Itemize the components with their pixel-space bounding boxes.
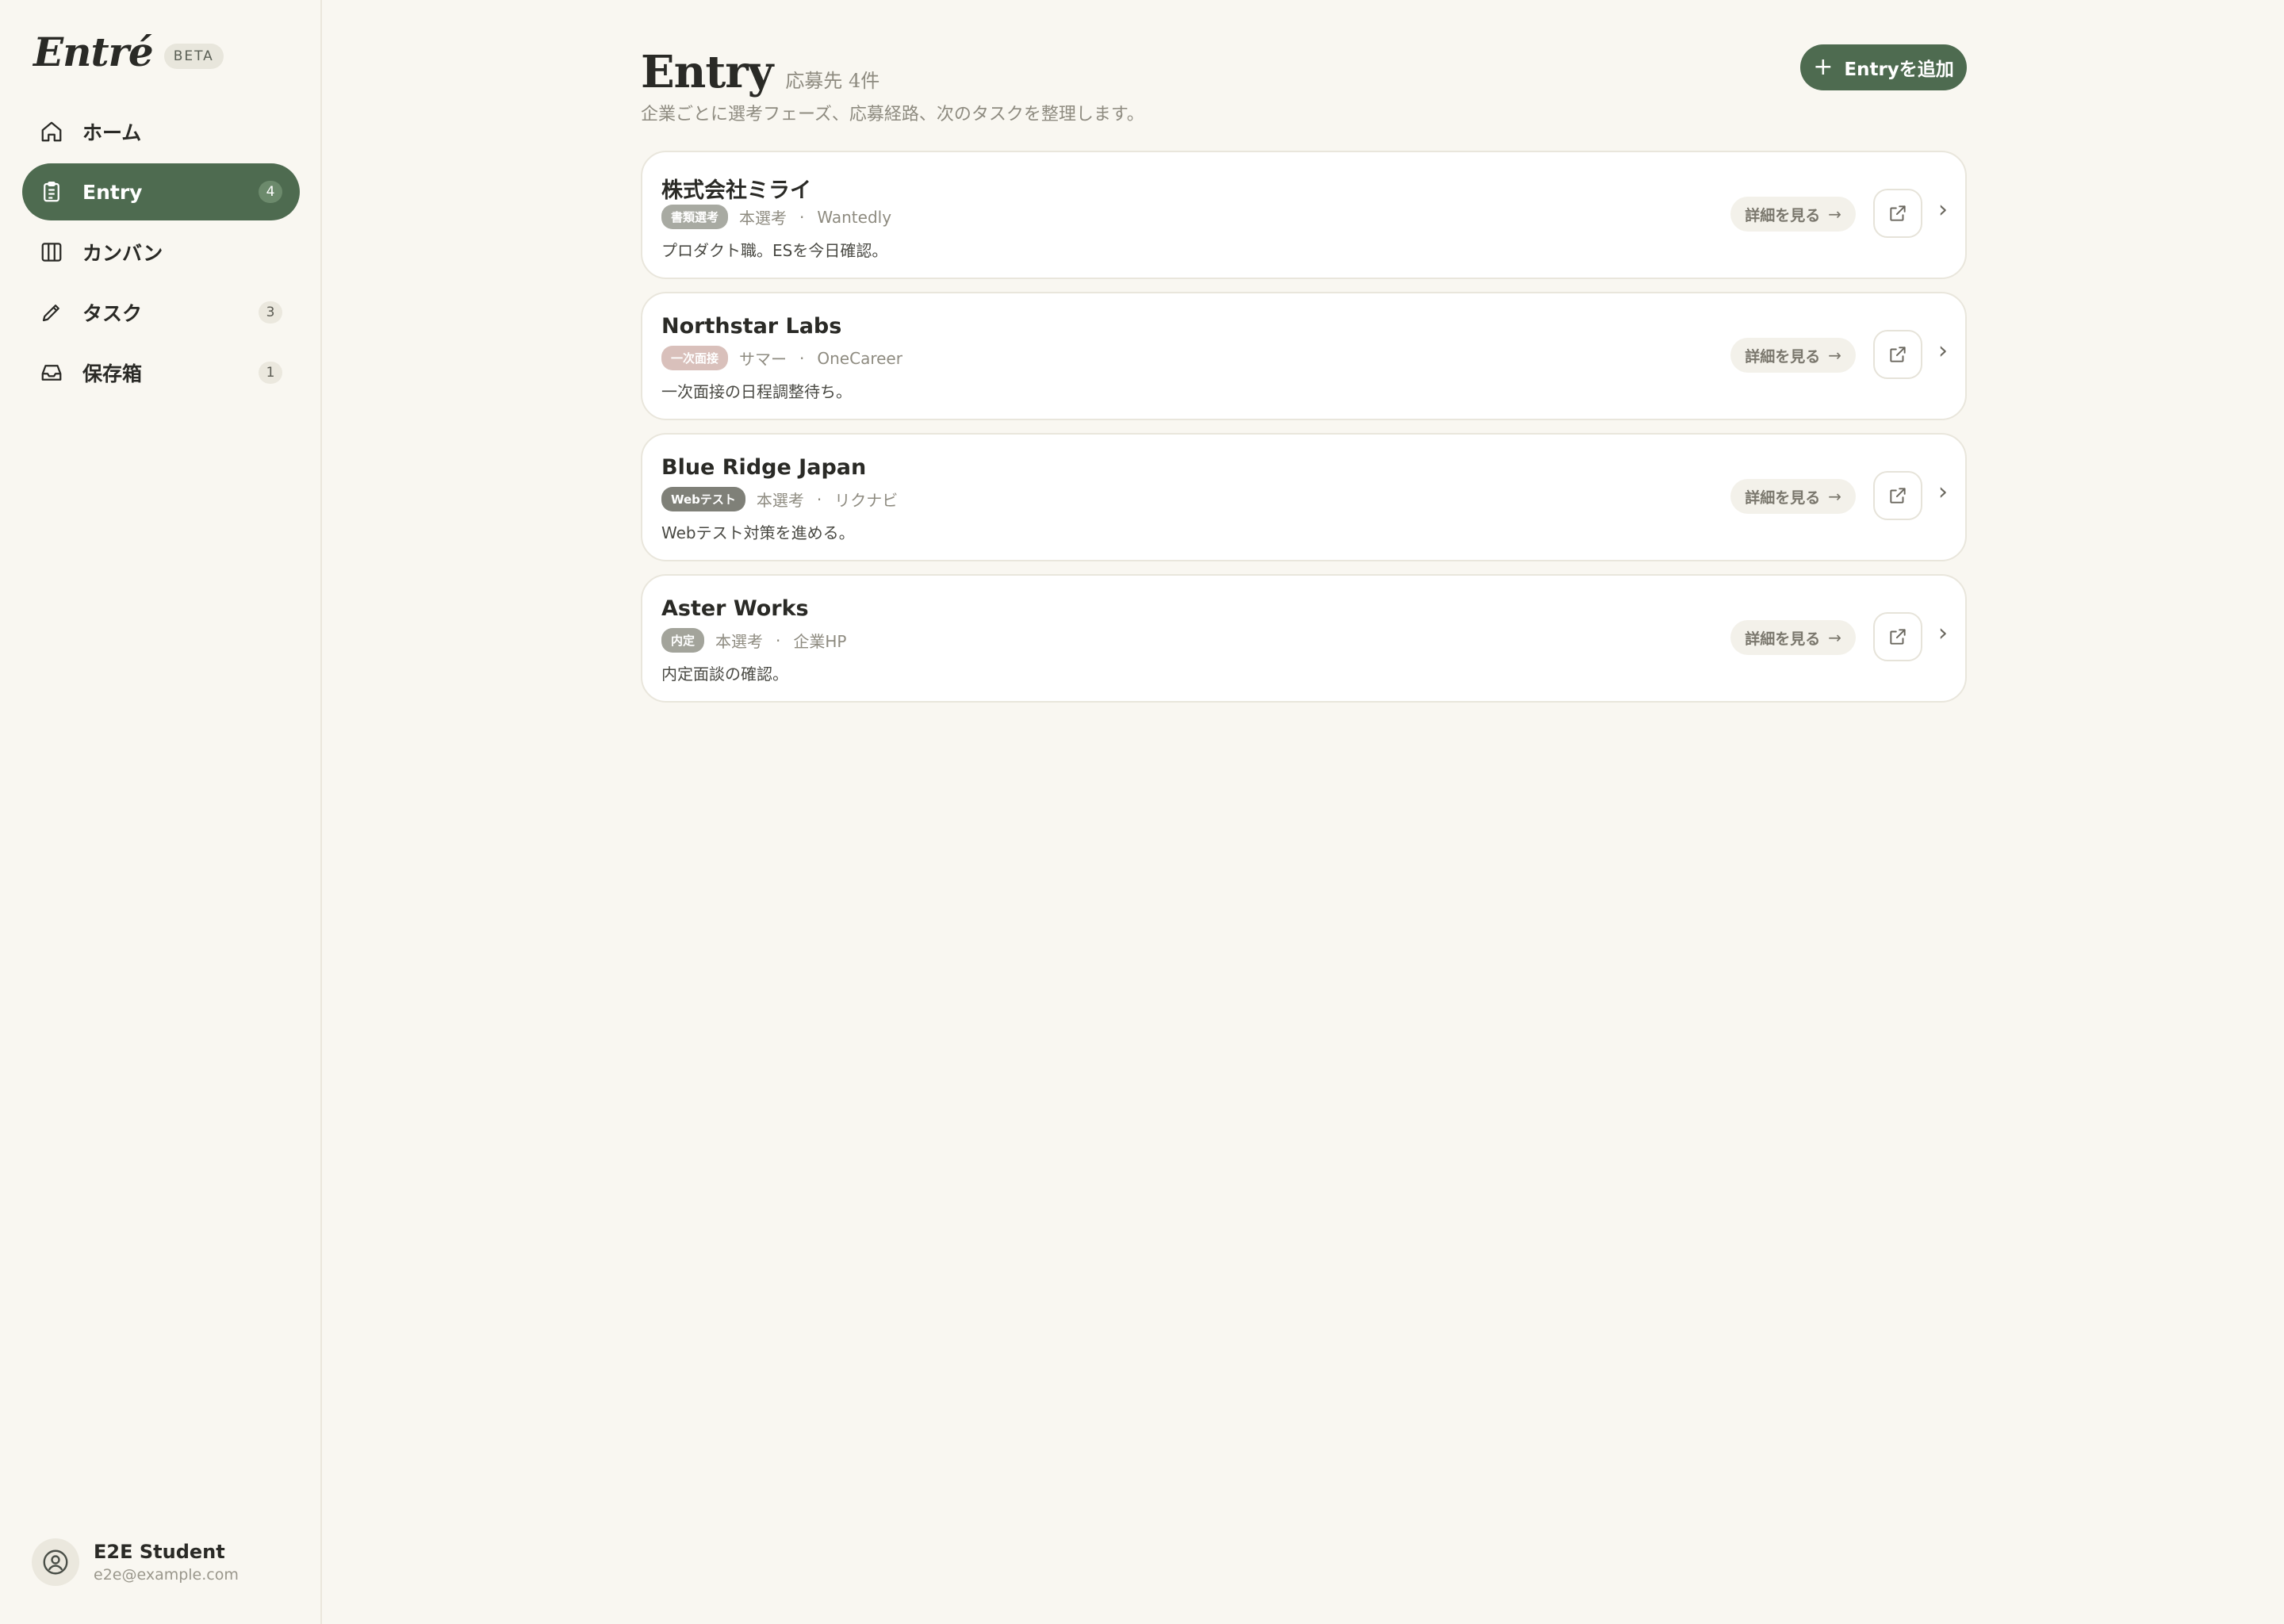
arrow-right-icon: →	[1828, 628, 1841, 647]
sidebar-item-tasks[interactable]: タスク 3	[22, 284, 300, 341]
phase-tag: 内定	[661, 628, 705, 653]
sidebar-item-archive[interactable]: 保存箱 1	[22, 344, 300, 401]
chevron-right-icon[interactable]: ›	[1938, 339, 1948, 363]
kanban-icon	[40, 240, 63, 264]
entry-source: リクナビ	[834, 491, 899, 510]
entry-meta: 内定 本選考 · 企業HP	[661, 628, 846, 653]
view-details-button[interactable]: 詳細を見る →	[1730, 620, 1856, 655]
entry-type: サマー	[739, 350, 788, 369]
phase-tag: 書類選考	[661, 205, 729, 229]
sidebar-item-label: Entry	[82, 180, 143, 204]
brand[interactable]: Entré BETA	[33, 29, 224, 75]
count-badge: 1	[259, 362, 282, 384]
entry-card[interactable]: Aster Works 内定 本選考 · 企業HP 内定面談の確認。 詳細を見る…	[641, 574, 1967, 703]
sidebar-item-home[interactable]: ホーム	[22, 103, 300, 160]
phase-tag: 一次面接	[661, 346, 729, 370]
beta-badge: BETA	[163, 43, 224, 69]
view-details-button[interactable]: 詳細を見る →	[1730, 338, 1856, 373]
external-link-icon	[1890, 629, 1906, 645]
sidebar-item-entry[interactable]: Entry 4	[22, 163, 300, 220]
separator: ·	[799, 348, 805, 368]
entry-card[interactable]: Northstar Labs 一次面接 サマー · OneCareer 一次面接…	[641, 292, 1967, 420]
add-entry-button[interactable]: + Entryを追加	[1800, 44, 1967, 90]
entry-source: Wantedly	[817, 207, 892, 227]
pencil-icon	[40, 301, 63, 324]
page-title: Entry	[641, 46, 773, 98]
sidebar-item-label: カンバン	[82, 242, 163, 265]
company-name: 株式会社ミライ	[661, 178, 811, 203]
entry-meta: 書類選考 本選考 · Wantedly	[661, 205, 891, 229]
entry-card[interactable]: Blue Ridge Japan Webテスト 本選考 · リクナビ Webテス…	[641, 433, 1967, 561]
view-details-label: 詳細を見る	[1745, 347, 1821, 366]
view-details-button[interactable]: 詳細を見る →	[1730, 479, 1856, 514]
entry-type: 本選考	[739, 209, 788, 228]
view-details-label: 詳細を見る	[1745, 630, 1821, 648]
user-name: E2E Student	[94, 1541, 225, 1563]
open-external-button[interactable]	[1873, 471, 1922, 520]
chevron-right-icon[interactable]: ›	[1938, 198, 1948, 222]
open-external-button[interactable]	[1873, 189, 1922, 238]
page-header: Entry 応募先 4件	[641, 46, 879, 98]
user-circle-icon	[43, 1549, 68, 1575]
company-name: Blue Ridge Japan	[661, 455, 867, 480]
count-badge: 4	[259, 181, 282, 203]
count-badge: 3	[259, 301, 282, 324]
entry-count: 応募先 4件	[785, 70, 880, 92]
entry-note: 一次面接の日程調整待ち。	[661, 382, 852, 401]
entry-type: 本選考	[756, 491, 804, 510]
sidebar-item-label: ホーム	[82, 121, 142, 144]
entry-note: 内定面談の確認。	[661, 665, 788, 684]
entry-list: 株式会社ミライ 書類選考 本選考 · Wantedly プロダクト職。ESを今日…	[641, 151, 1967, 715]
user-email: e2e@example.com	[94, 1566, 239, 1584]
chevron-right-icon[interactable]: ›	[1938, 622, 1948, 645]
view-details-button[interactable]: 詳細を見る →	[1730, 197, 1856, 232]
sidebar-item-kanban[interactable]: カンバン	[22, 224, 300, 281]
sidebar-item-label: タスク	[82, 302, 143, 325]
company-name: Northstar Labs	[661, 314, 842, 339]
separator: ·	[799, 207, 805, 227]
user-profile[interactable]: E2E Student e2e@example.com	[32, 1538, 239, 1586]
page-subtitle: 企業ごとに選考フェーズ、応募経路、次のタスクを整理します。	[641, 105, 1144, 124]
chevron-right-icon[interactable]: ›	[1938, 481, 1948, 504]
avatar	[32, 1538, 79, 1586]
entry-note: プロダクト職。ESを今日確認。	[661, 241, 888, 260]
brand-logo: Entré	[33, 29, 154, 75]
entry-meta: Webテスト 本選考 · リクナビ	[661, 487, 898, 511]
arrow-right-icon: →	[1828, 205, 1841, 224]
company-name: Aster Works	[661, 596, 809, 621]
entry-type: 本選考	[715, 632, 764, 651]
arrow-right-icon: →	[1828, 346, 1841, 365]
sidebar-nav: ホーム Entry 4 カンバン タスク 3 保存箱 1	[22, 103, 300, 404]
plus-icon: +	[1813, 53, 1834, 81]
external-link-icon	[1890, 347, 1906, 362]
inbox-icon	[40, 361, 63, 385]
open-external-button[interactable]	[1873, 612, 1922, 661]
home-icon	[40, 120, 63, 144]
external-link-icon	[1890, 488, 1906, 504]
add-entry-label: Entryを追加	[1844, 59, 1954, 80]
external-link-icon	[1890, 205, 1906, 221]
entry-meta: 一次面接 サマー · OneCareer	[661, 346, 902, 370]
entry-note: Webテスト対策を進める。	[661, 523, 855, 542]
sidebar: Entré BETA ホーム Entry 4 カンバン タスク 3 保存箱 1 …	[0, 0, 322, 1624]
open-external-button[interactable]	[1873, 330, 1922, 379]
view-details-label: 詳細を見る	[1745, 488, 1821, 507]
view-details-label: 詳細を見る	[1745, 206, 1821, 224]
separator: ·	[816, 489, 822, 509]
entry-source: OneCareer	[817, 348, 902, 368]
arrow-right-icon: →	[1828, 487, 1841, 506]
phase-tag: Webテスト	[661, 487, 745, 511]
clipboard-icon	[40, 180, 63, 204]
entry-card[interactable]: 株式会社ミライ 書類選考 本選考 · Wantedly プロダクト職。ESを今日…	[641, 151, 1967, 279]
separator: ·	[776, 630, 781, 650]
sidebar-item-label: 保存箱	[82, 362, 143, 385]
entry-source: 企業HP	[793, 632, 847, 651]
